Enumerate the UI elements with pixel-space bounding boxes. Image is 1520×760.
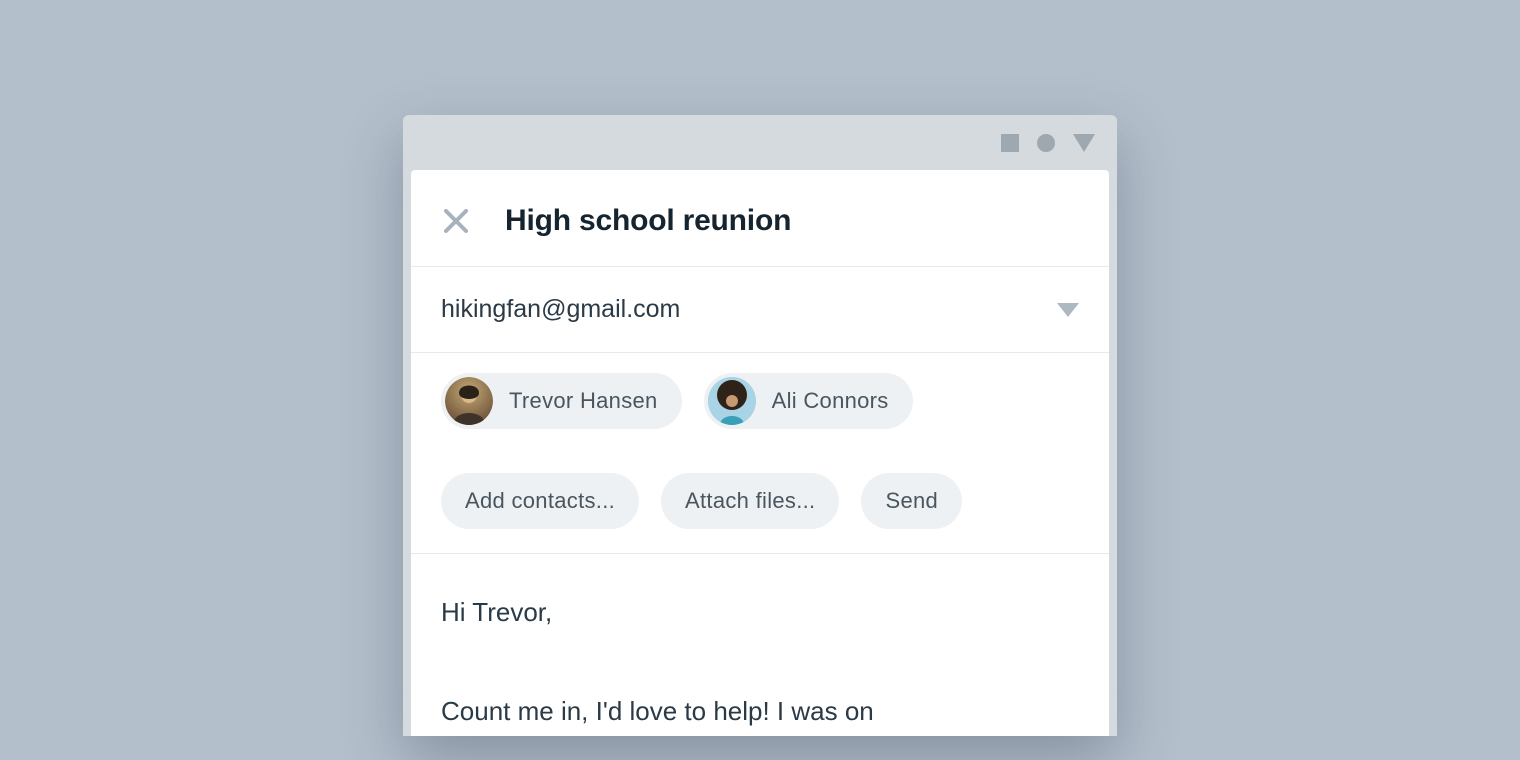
recipient-name: Ali Connors — [772, 388, 889, 414]
compose-header: High school reunion — [411, 170, 1109, 267]
avatar — [445, 377, 493, 425]
compose-subject: High school reunion — [505, 204, 791, 238]
triangle-down-icon[interactable] — [1073, 134, 1095, 152]
add-contacts-label: Add contacts... — [465, 488, 615, 514]
square-icon[interactable] — [1001, 134, 1019, 152]
send-button[interactable]: Send — [861, 473, 962, 529]
recipient-chip[interactable]: Trevor Hansen — [441, 373, 682, 429]
close-icon[interactable] — [441, 206, 471, 236]
from-row[interactable]: hikingfan@gmail.com — [411, 267, 1109, 353]
recipient-chip[interactable]: Ali Connors — [704, 373, 913, 429]
avatar — [708, 377, 756, 425]
compose-body-text: Hi Trevor, Count me in, I'd love to help… — [441, 588, 1079, 736]
recipient-name: Trevor Hansen — [509, 388, 658, 414]
circle-icon[interactable] — [1037, 134, 1055, 152]
attach-files-button[interactable]: Attach files... — [661, 473, 839, 529]
send-label: Send — [885, 488, 938, 514]
compose-card: High school reunion hikingfan@gmail.com — [411, 170, 1109, 736]
add-contacts-button[interactable]: Add contacts... — [441, 473, 639, 529]
recipients-and-actions: Trevor Hansen Ali Connors Add contacts..… — [411, 353, 1109, 554]
chevron-down-icon[interactable] — [1057, 303, 1079, 317]
compose-window: High school reunion hikingfan@gmail.com — [403, 115, 1117, 736]
window-titlebar — [403, 115, 1117, 170]
from-email: hikingfan@gmail.com — [441, 295, 680, 324]
attach-files-label: Attach files... — [685, 488, 815, 514]
compose-body-area[interactable]: Hi Trevor, Count me in, I'd love to help… — [411, 554, 1109, 736]
